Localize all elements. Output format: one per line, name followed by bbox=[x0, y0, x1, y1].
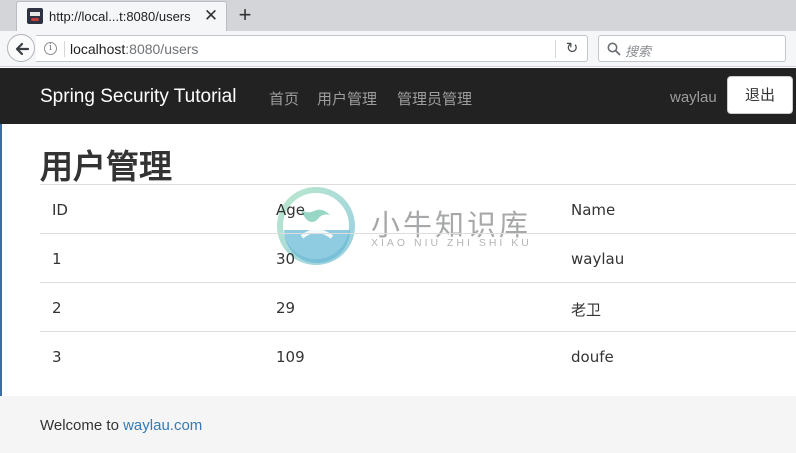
info-icon[interactable]: i bbox=[44, 42, 57, 55]
nav-link-home[interactable]: 首页 bbox=[269, 88, 299, 109]
column-header-id: ID bbox=[52, 201, 68, 219]
cell-age: 30 bbox=[276, 250, 296, 268]
browser-toolbar: i localhost:8080/users ↻ 搜索 bbox=[0, 31, 796, 67]
cell-id: 3 bbox=[52, 348, 62, 366]
footer-link[interactable]: waylau.com bbox=[123, 417, 202, 434]
column-header-age: Age bbox=[276, 201, 306, 219]
browser-tab-strip: http://local...t:8080/users ✕ + bbox=[0, 0, 796, 31]
cell-id: 2 bbox=[52, 299, 62, 317]
tab-title: http://local...t:8080/users bbox=[49, 9, 191, 24]
table-header-row: ID Age Name bbox=[40, 184, 796, 233]
url-separator bbox=[64, 41, 65, 57]
nav-link-admins[interactable]: 管理员管理 bbox=[397, 88, 472, 109]
url-path: :8080/users bbox=[125, 41, 199, 57]
cell-name: doufe bbox=[571, 348, 614, 366]
browser-tab[interactable]: http://local...t:8080/users ✕ bbox=[16, 1, 227, 31]
footer-text: Welcome to waylau.com bbox=[40, 417, 202, 434]
back-button[interactable] bbox=[7, 34, 35, 62]
search-icon bbox=[607, 42, 621, 56]
reload-icon[interactable]: ↻ bbox=[564, 41, 580, 57]
nav-link-users[interactable]: 用户管理 bbox=[317, 88, 377, 109]
page-title: 用户管理 bbox=[40, 147, 172, 186]
brand-link[interactable]: Spring Security Tutorial bbox=[40, 86, 236, 108]
cell-age: 29 bbox=[276, 299, 296, 317]
logout-button[interactable]: 退出 bbox=[727, 76, 793, 114]
table-row: 3 109 doufe bbox=[40, 331, 796, 380]
new-tab-icon[interactable]: + bbox=[234, 3, 256, 27]
cell-id: 1 bbox=[52, 250, 62, 268]
favicon-icon bbox=[27, 8, 43, 24]
search-placeholder: 搜索 bbox=[625, 44, 652, 59]
table-row: 1 30 waylau bbox=[40, 233, 796, 282]
footer-prefix: Welcome to bbox=[40, 417, 124, 434]
reload-separator bbox=[555, 40, 556, 58]
url-bar[interactable]: i localhost:8080/users ↻ bbox=[36, 35, 588, 62]
arrow-left-icon bbox=[15, 42, 30, 56]
cell-name: waylau bbox=[571, 250, 625, 268]
table-row: 2 29 老卫 bbox=[40, 282, 796, 331]
current-user: waylau bbox=[670, 89, 717, 106]
cell-name: 老卫 bbox=[571, 301, 602, 319]
page-footer: Welcome to waylau.com bbox=[0, 396, 796, 453]
url-host: localhost bbox=[70, 41, 126, 57]
search-input[interactable]: 搜索 bbox=[598, 35, 786, 62]
close-tab-icon[interactable]: ✕ bbox=[203, 7, 219, 25]
site-navbar: Spring Security Tutorial 首页 用户管理 管理员管理 w… bbox=[0, 68, 796, 124]
cell-age: 109 bbox=[276, 348, 305, 366]
column-header-name: Name bbox=[571, 201, 616, 219]
url-text[interactable]: localhost:8080/users bbox=[70, 41, 198, 57]
users-table: ID Age Name 1 30 waylau 2 29 老卫 3 109 do… bbox=[40, 184, 796, 380]
